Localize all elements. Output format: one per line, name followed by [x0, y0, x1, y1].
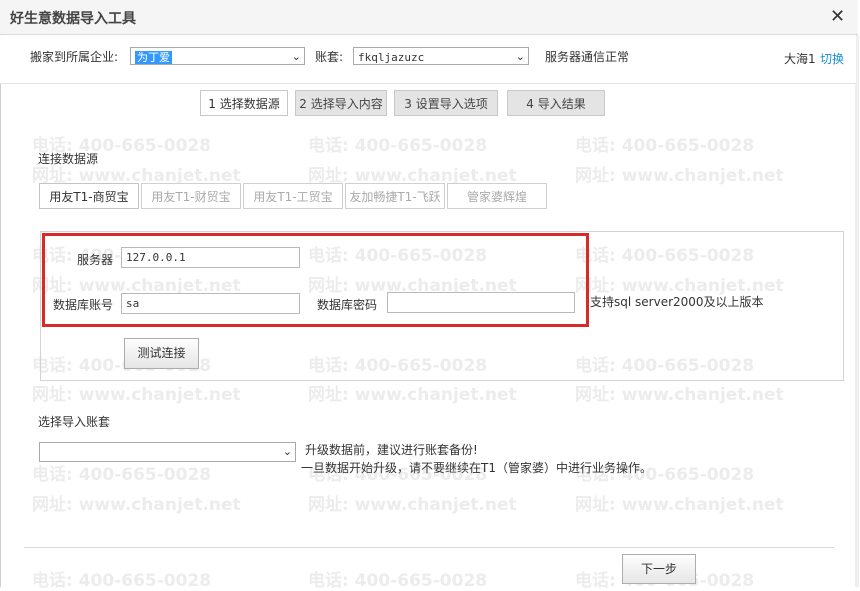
title-bar: 好生意数据导入工具 ✕: [0, 0, 858, 35]
support-note: 支持sql server2000及以上版本: [590, 295, 764, 309]
chevron-down-icon: ⌄: [515, 50, 525, 63]
tab-youjia-feiyue[interactable]: 友加畅捷T1-飞跃: [345, 183, 445, 209]
user-name: 大海1: [784, 52, 816, 66]
account-label: 账套:: [315, 50, 344, 64]
company-label: 搬家到所属企业:: [30, 50, 119, 64]
top-settings-bar: 搬家到所属企业: 为丁爱 ⌄ 账套: fkqljazuzc ⌄ 服务器通信正常 …: [0, 35, 856, 84]
step-select-source: 1 选择数据源: [200, 90, 288, 116]
tab-yonyou-shangmaobao[interactable]: 用友T1-商贸宝: [39, 183, 139, 209]
step-import-options: 3 设置导入选项: [394, 90, 498, 116]
tab-guanjiapo-huihuang[interactable]: 管家婆辉煌: [447, 183, 547, 209]
test-connection-button[interactable]: 测试连接: [124, 338, 199, 369]
chevron-down-icon: ⌄: [291, 50, 301, 63]
switch-link[interactable]: 切换: [820, 50, 844, 67]
account-select-value: fkqljazuzc: [358, 51, 425, 64]
step-import-result: 4 导入结果: [507, 90, 605, 116]
close-icon[interactable]: ✕: [830, 6, 845, 27]
company-select[interactable]: 为丁爱 ⌄: [130, 47, 305, 65]
upgrade-warning: 一旦数据开始升级，请不要继续在T1（管家婆）中进行业务操作。: [301, 461, 652, 475]
account-select[interactable]: fkqljazuzc ⌄: [353, 47, 529, 65]
next-step-button[interactable]: 下一步: [622, 554, 696, 584]
step-select-content: 2 选择导入内容: [295, 90, 387, 116]
scrollbar[interactable]: [855, 35, 859, 587]
tab-yonyou-caimaobao[interactable]: 用友T1-财贸宝: [141, 183, 241, 209]
chevron-down-icon: ⌄: [282, 445, 292, 458]
company-select-value: 为丁爱: [135, 51, 172, 64]
tab-yonyou-gongmaobao[interactable]: 用友T1-工贸宝: [243, 183, 343, 209]
section-title-source: 连接数据源: [38, 152, 99, 166]
highlight-box: [42, 233, 589, 327]
backup-note: 升级数据前，建议进行账套备份!: [305, 443, 478, 457]
server-status: 服务器通信正常: [545, 50, 630, 64]
window-title: 好生意数据导入工具: [10, 11, 136, 27]
footer-divider: [24, 547, 834, 548]
import-account-select[interactable]: ⌄: [39, 442, 296, 462]
section-title-import-account: 选择导入账套: [38, 415, 111, 429]
